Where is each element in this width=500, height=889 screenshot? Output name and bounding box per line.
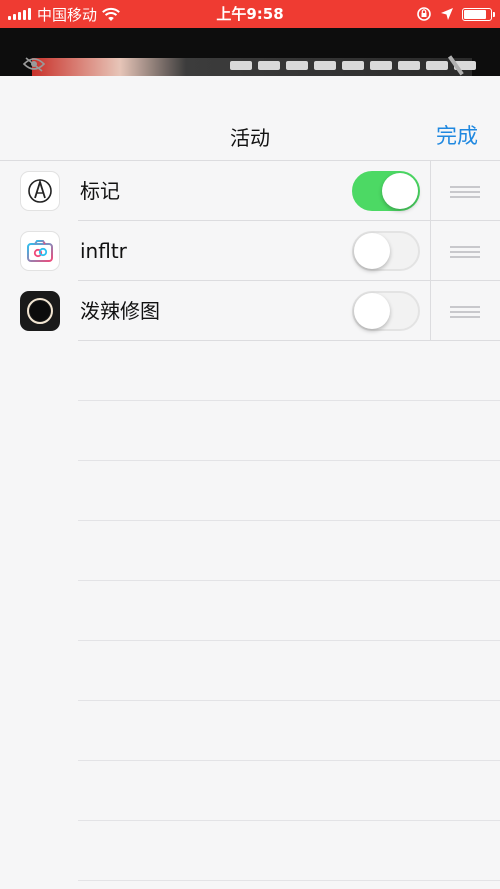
list-item: 标记 [0, 160, 500, 221]
empty-row [0, 761, 500, 821]
reorder-handle-icon[interactable] [450, 246, 480, 261]
orientation-lock-icon [417, 7, 431, 21]
activity-name: 标记 [80, 179, 120, 203]
page-title: 活动 [230, 126, 270, 150]
background-photo-strip [0, 28, 500, 76]
empty-row [0, 341, 500, 401]
list-item: infltr [0, 221, 500, 281]
activity-toggle[interactable] [352, 291, 420, 331]
empty-row [0, 701, 500, 761]
reorder-handle-icon[interactable] [450, 186, 480, 201]
empty-row [0, 581, 500, 641]
activity-toggle[interactable] [352, 171, 420, 211]
reorder-handle-icon[interactable] [450, 306, 480, 321]
battery-icon [462, 7, 495, 21]
divider [430, 161, 431, 221]
divider [430, 281, 431, 341]
list-item: 泼辣修图 [0, 281, 500, 341]
markup-pen-icon [20, 171, 60, 211]
status-right [416, 0, 495, 28]
empty-row [0, 401, 500, 461]
activity-name: infltr [80, 239, 127, 263]
background-keyboard [230, 61, 476, 70]
location-icon [441, 8, 453, 20]
infltr-camera-icon [20, 231, 60, 271]
done-button[interactable]: 完成 [436, 120, 478, 150]
empty-row [0, 641, 500, 701]
polarr-ring-icon [20, 291, 60, 331]
activity-toggle[interactable] [352, 231, 420, 271]
empty-list-area [0, 341, 500, 881]
activities-sheet: 活动 完成 标记 infltr 泼辣修图 [0, 76, 500, 889]
divider [430, 221, 431, 281]
status-bar: 中国移动 上午9:58 [0, 0, 500, 28]
hidden-eye-icon [22, 56, 46, 76]
empty-row [0, 821, 500, 881]
navigation-bar: 活动 完成 [0, 76, 500, 162]
activities-list: 标记 infltr 泼辣修图 [0, 160, 500, 341]
empty-row [0, 461, 500, 521]
empty-row [0, 521, 500, 581]
activity-name: 泼辣修图 [80, 299, 160, 323]
